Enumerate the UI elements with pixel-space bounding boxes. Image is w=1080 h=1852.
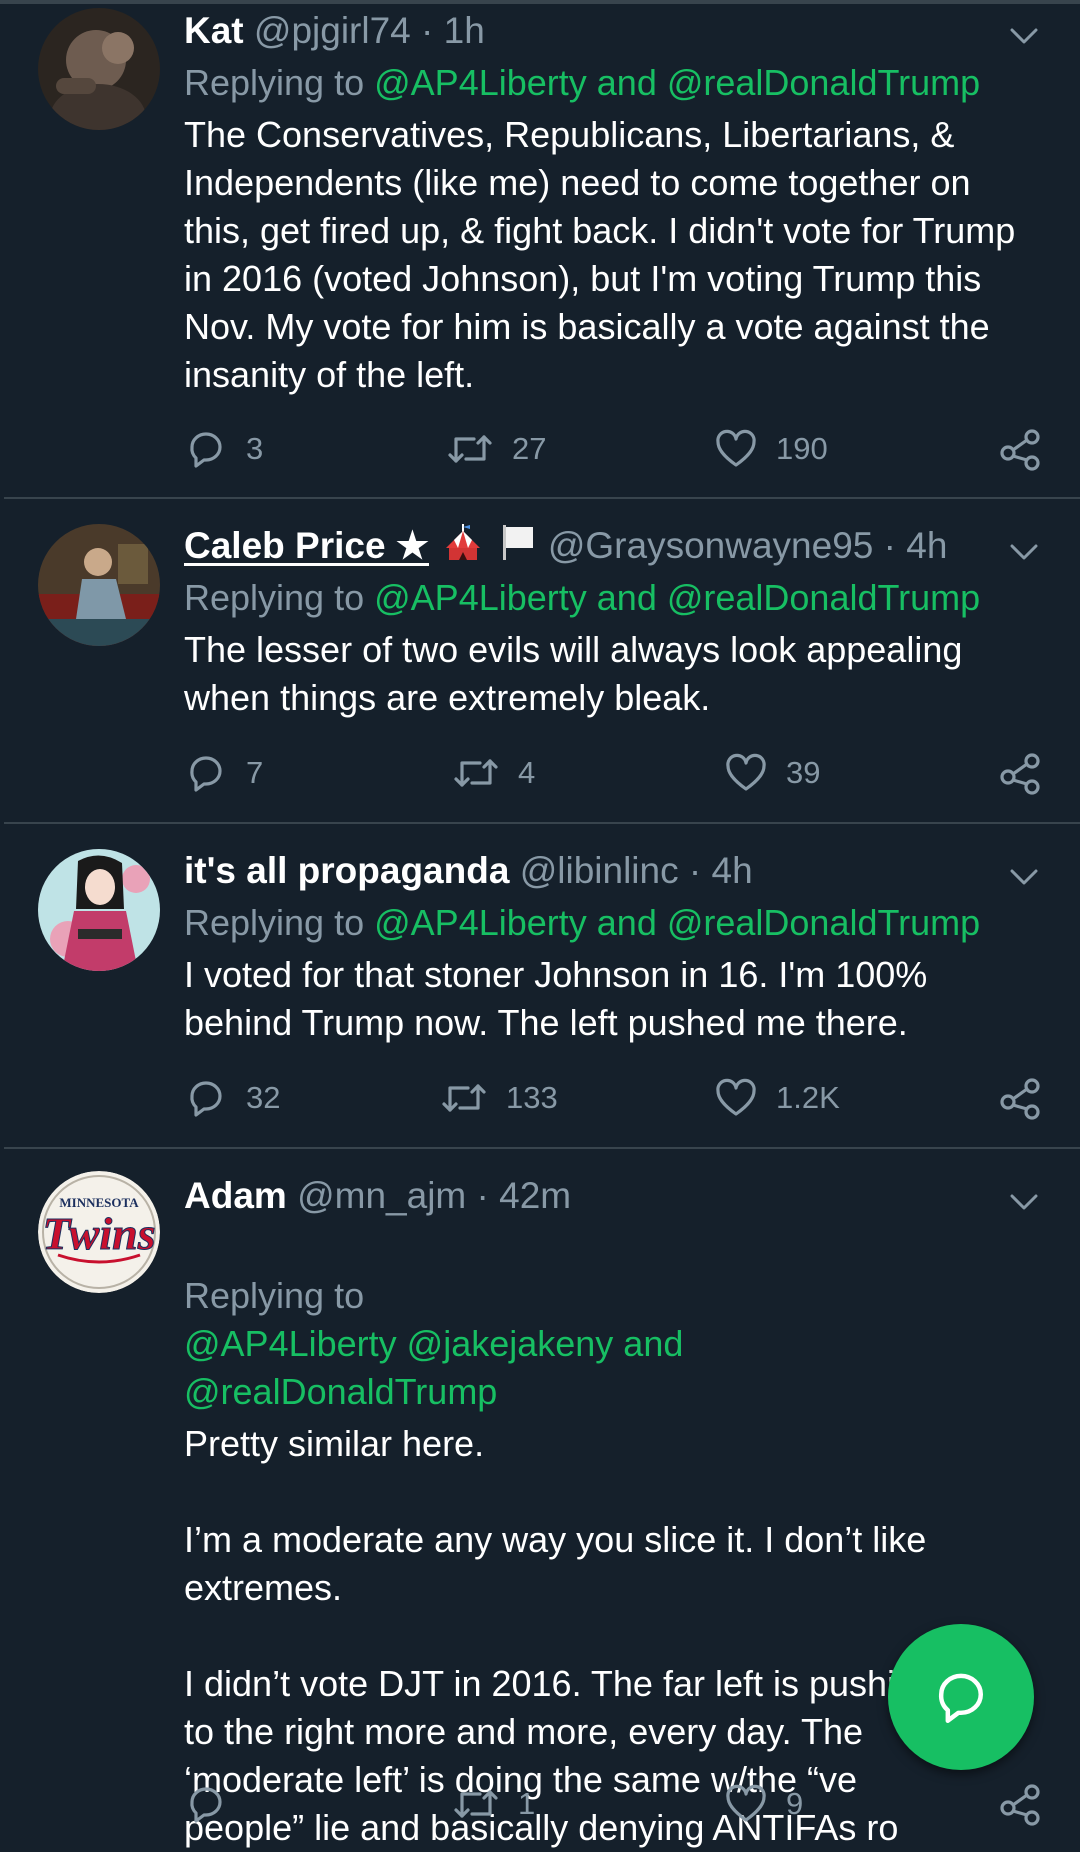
top-divider [0, 0, 1080, 4]
share-icon [1000, 1078, 1040, 1120]
author-handle[interactable]: @Graysonwayne95 [548, 525, 874, 566]
like-button[interactable]: 1.2K [714, 1074, 840, 1122]
svg-text:Twins: Twins [42, 1208, 155, 1259]
retweet-button[interactable]: 133 [440, 1074, 558, 1122]
replying-to: Replying to @AP4Liberty and @realDonaldT… [184, 899, 1044, 947]
author-handle[interactable]: @pjgirl74 [254, 10, 411, 51]
avatar[interactable] [38, 8, 160, 130]
author-name[interactable]: Adam [184, 1175, 287, 1216]
author-name[interactable]: Caleb Price ★ [184, 525, 429, 566]
share-icon [1000, 429, 1040, 471]
reply-icon [190, 1787, 222, 1823]
author-name[interactable]: Kat [184, 10, 244, 51]
tweet-divider [4, 1147, 1080, 1149]
reply-button[interactable] [184, 1780, 246, 1828]
retweet-count: 27 [512, 431, 547, 466]
separator: · [421, 10, 434, 51]
replying-prefix: Replying to [184, 902, 365, 943]
reply-count: 7 [246, 755, 264, 790]
share-button[interactable] [998, 425, 1042, 473]
avatar[interactable] [38, 849, 160, 971]
compose-reply-icon [938, 1673, 983, 1723]
tweet-divider [4, 822, 1080, 824]
reply-count: 3 [246, 431, 264, 466]
retweet-icon [454, 759, 498, 787]
replying-prefix: Replying to [184, 577, 365, 618]
tweet-header: Caleb Price ★ @Graysonwayne95 · 4h [184, 521, 1044, 571]
reply-icon [190, 756, 222, 792]
author-name[interactable]: it's all propaganda [184, 850, 509, 891]
mention-link[interactable]: @AP4Liberty and @realDonaldTrump [374, 577, 980, 618]
avatar[interactable] [38, 524, 160, 646]
timestamp: 4h [906, 525, 948, 566]
separator: · [476, 1175, 489, 1216]
heart-icon [716, 1078, 756, 1116]
avatar[interactable]: MINNESOTA Twins [38, 1171, 160, 1293]
share-button[interactable] [998, 1780, 1042, 1828]
heart-icon [726, 753, 766, 791]
chevron-down-icon[interactable] [1006, 865, 1042, 889]
share-icon [1000, 753, 1040, 795]
mention-link[interactable]: @AP4Liberty @jakejakeny and @realDonaldT… [184, 1323, 683, 1412]
timestamp: 1h [443, 10, 485, 51]
chevron-down-icon[interactable] [1006, 24, 1042, 48]
like-count: 190 [776, 431, 828, 466]
author-handle[interactable]: @mn_ajm [297, 1175, 466, 1216]
retweet-icon [454, 1790, 498, 1818]
share-button[interactable] [998, 1074, 1042, 1122]
timestamp: 42m [499, 1175, 572, 1216]
like-button[interactable]: 190 [714, 425, 828, 473]
circus-tent-icon [443, 522, 483, 575]
tweet-text: I voted for that stoner Johnson in 16. I… [184, 954, 928, 1043]
heart-icon [726, 1784, 766, 1822]
replying-to: Replying to @AP4Liberty and @realDonaldT… [184, 574, 1044, 622]
reply-button[interactable]: 3 [184, 425, 263, 473]
chevron-down-icon[interactable] [1006, 1190, 1042, 1214]
like-count: 39 [786, 755, 821, 790]
like-count: 1.2K [776, 1080, 840, 1115]
tweet-text: The lesser of two evils will always look… [184, 629, 963, 718]
tweet-divider [4, 497, 1080, 499]
replying-to: Replying to @AP4Liberty and @realDonaldT… [184, 59, 1044, 107]
reply-button[interactable]: 7 [184, 749, 263, 797]
tweet-actions: 1 9 [184, 1780, 1046, 1828]
tweet-header: Kat @pjgirl74 · 1h [184, 6, 1044, 56]
like-button[interactable]: 39 [724, 749, 820, 797]
replying-prefix: Replying to [184, 1275, 365, 1316]
compose-reply-button[interactable] [888, 1624, 1034, 1770]
like-button[interactable]: 9 [724, 1780, 803, 1828]
retweet-icon [442, 1084, 486, 1112]
mention-link[interactable]: @AP4Liberty and @realDonaldTrump [374, 902, 980, 943]
share-icon [1000, 1784, 1040, 1826]
tweet-actions: 7 4 39 [184, 749, 1046, 797]
retweet-icon [448, 435, 492, 463]
retweet-button[interactable]: 27 [446, 425, 546, 473]
tweet-header: it's all propaganda @libinlinc · 4h [184, 846, 1044, 896]
heart-icon [716, 429, 756, 467]
minnesota-twins-logo: MINNESOTA Twins [38, 1171, 160, 1293]
retweet-button[interactable]: 4 [452, 749, 535, 797]
separator: · [688, 850, 702, 891]
retweet-count: 133 [506, 1080, 558, 1115]
tweet-header: Adam @mn_ajm · 42m [184, 1171, 1044, 1221]
retweet-button[interactable]: 1 [452, 1780, 535, 1828]
replying-to: Replying to @AP4Liberty @jakejakeny and … [184, 1224, 1044, 1416]
separator: · [883, 525, 896, 566]
replying-prefix: Replying to [184, 62, 365, 103]
reply-button[interactable]: 32 [184, 1074, 280, 1122]
white-flag-icon [498, 522, 538, 575]
reply-icon [190, 1081, 222, 1117]
chevron-down-icon[interactable] [1006, 540, 1042, 564]
tweet-text: The Conservatives, Republicans, Libertar… [184, 114, 1016, 395]
timestamp: 4h [711, 850, 753, 891]
tweet-actions: 3 27 190 [184, 425, 1046, 473]
retweet-count: 4 [518, 755, 536, 790]
share-button[interactable] [998, 749, 1042, 797]
author-handle[interactable]: @libinlinc [520, 850, 679, 891]
tweet-actions: 32 133 1.2K [184, 1074, 1046, 1122]
mention-link[interactable]: @AP4Liberty and @realDonaldTrump [374, 62, 980, 103]
reply-count: 32 [246, 1080, 281, 1115]
reply-icon [190, 432, 222, 468]
